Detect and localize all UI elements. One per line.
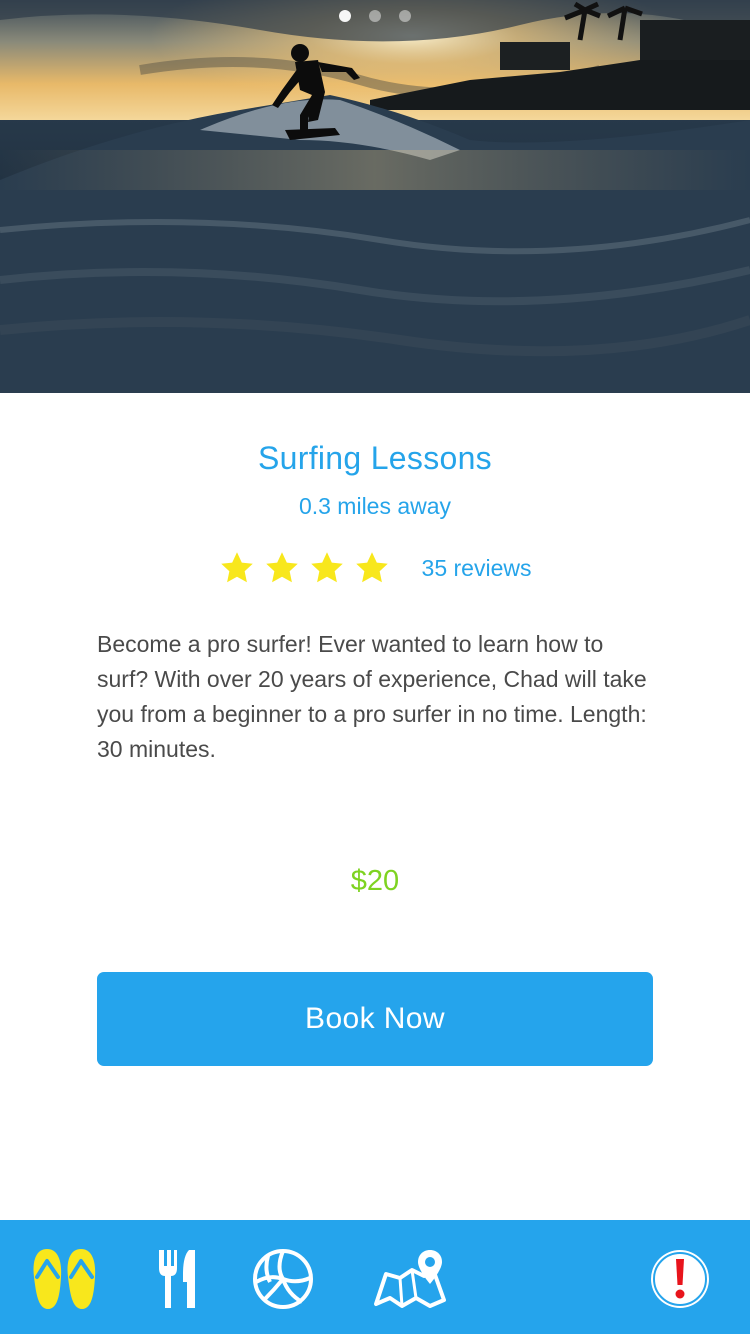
reviews-link[interactable]: 35 reviews <box>422 555 532 582</box>
star-icon <box>310 552 343 583</box>
flip-flops-icon <box>33 1249 96 1309</box>
hero-image-carousel[interactable] <box>0 0 750 393</box>
star-icon <box>220 552 253 583</box>
carousel-dot-1[interactable] <box>339 10 351 22</box>
volleyball-icon <box>253 1249 313 1309</box>
price-label: $20 <box>350 865 400 897</box>
carousel-dot-2[interactable] <box>369 10 381 22</box>
rating-row: 35 reviews <box>0 548 750 588</box>
bottom-tab-bar <box>0 1220 750 1334</box>
tab-sports[interactable] <box>250 1246 316 1312</box>
tab-alerts[interactable] <box>646 1246 714 1312</box>
tab-dining[interactable] <box>150 1246 204 1312</box>
star-rating <box>219 550 390 586</box>
surfer-photo <box>0 0 750 393</box>
alert-icon <box>651 1250 709 1308</box>
carousel-page-indicator[interactable] <box>0 10 750 22</box>
star-icon <box>355 552 388 583</box>
star-icon <box>265 552 298 583</box>
activity-title: Surfing Lessons <box>258 440 492 476</box>
distance-label: 0.3 miles away <box>298 493 452 519</box>
book-now-button[interactable]: Book Now <box>97 972 653 1066</box>
activity-detail-screen: Surfing Lessons 0.3 miles away 35 review… <box>0 0 750 1334</box>
tab-map[interactable] <box>370 1246 450 1312</box>
activity-description: Become a pro surfer! Ever wanted to lear… <box>97 631 647 762</box>
map-pin-icon <box>374 1250 446 1308</box>
tab-activities[interactable] <box>28 1246 102 1312</box>
fork-knife-icon <box>159 1250 195 1308</box>
carousel-dot-3[interactable] <box>399 10 411 22</box>
